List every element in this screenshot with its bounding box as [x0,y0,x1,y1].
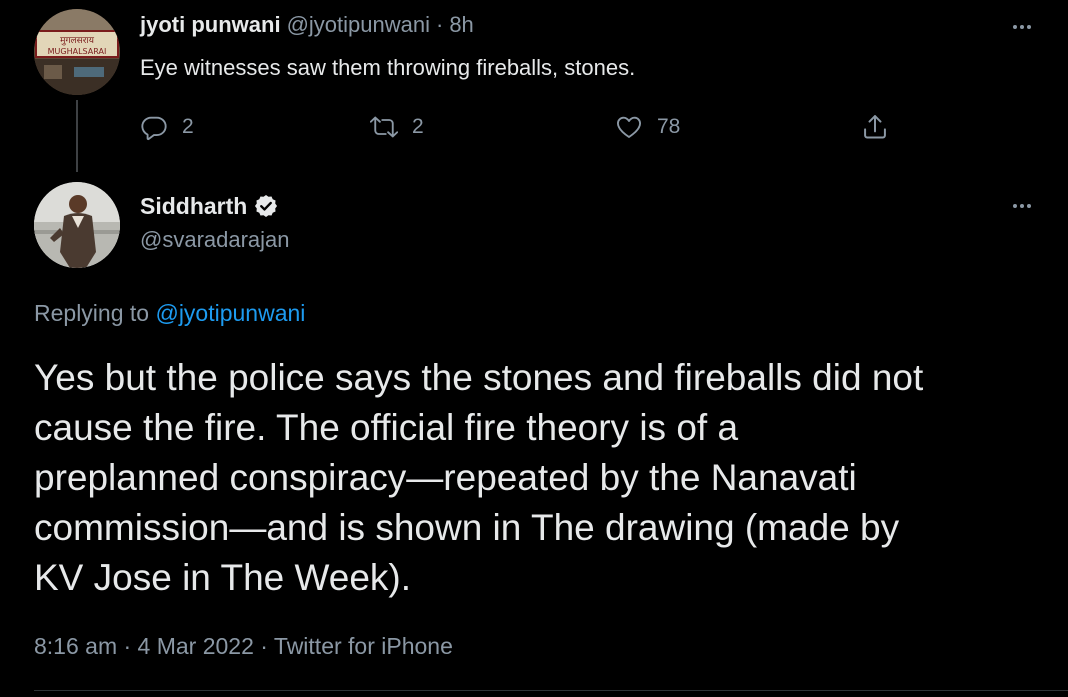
svg-text:मुगलसराय: मुगलसराय [60,36,95,46]
like-count: 78 [657,115,681,138]
parent-handle[interactable]: @jyotipunwani [287,12,430,38]
reply-count: 2 [182,115,194,138]
parent-tweet-actions: 2 2 78 [140,107,900,147]
heart-icon [616,116,642,138]
main-tweet-author: Siddharth [140,190,279,222]
more-dot [1013,204,1017,208]
more-dot [1027,204,1031,208]
avatar-photo: मुगलसराय MUGHALSARAI [34,9,120,95]
parent-tweet-header: jyoti punwani @jyotipunwani · 8h [140,12,474,44]
retweet-count: 2 [412,115,424,138]
parent-separator: · [435,12,444,37]
main-more-button[interactable] [1005,196,1039,216]
parent-more-button[interactable] [1005,17,1039,37]
reply-button[interactable]: 2 [140,107,194,147]
more-dot [1020,25,1024,29]
tweet-text-line: KV Jose in The Week). [34,557,412,598]
tweet-thread: मुगलसराय MUGHALSARAI jyoti punwani @jyot… [0,0,1068,697]
tweet-text-line: commission—and is shown in The drawing (… [34,507,900,548]
like-button[interactable]: 78 [615,107,680,147]
parent-display-name[interactable]: jyoti punwani [140,12,281,38]
more-dot [1013,25,1017,29]
thread-connector-line [76,100,78,172]
parent-tweet-text: Eye witnesses saw them throwing fireball… [140,55,636,80]
main-handle[interactable]: @svaradarajan [140,227,290,253]
retweet-button[interactable]: 2 [370,107,424,147]
avatar-siddharth[interactable] [34,182,120,268]
share-button[interactable] [861,107,889,147]
avatar-photo [34,182,120,268]
main-tweet-text: Yes but the police says the stones and f… [34,353,1044,603]
tweet-text-line: preplanned conspiracy—repeated by the Na… [34,457,857,498]
share-icon [864,115,886,139]
more-dot [1027,25,1031,29]
replying-mention-link[interactable]: @jyotipunwani [155,300,305,326]
tweet-text-line: Yes but the police says the stones and f… [34,357,924,398]
reply-icon [141,116,167,141]
verified-badge-icon [255,194,278,218]
retweet-icon [370,116,398,138]
replying-prefix: Replying to [34,300,150,326]
parent-time-ago[interactable]: 8h [449,12,473,38]
divider [34,690,1068,691]
tweet-timestamp[interactable]: 8:16 am · 4 Mar 2022 · Twitter for iPhon… [34,633,453,660]
main-display-name[interactable]: Siddharth [140,193,247,220]
tweet-text-line: cause the fire. The official fire theory… [34,407,739,448]
avatar-sign-text: MUGHALSARAI [48,47,107,56]
avatar-jyoti[interactable]: मुगलसराय MUGHALSARAI [34,9,120,95]
more-dot [1020,204,1024,208]
replying-to: Replying to @jyotipunwani [34,300,305,327]
